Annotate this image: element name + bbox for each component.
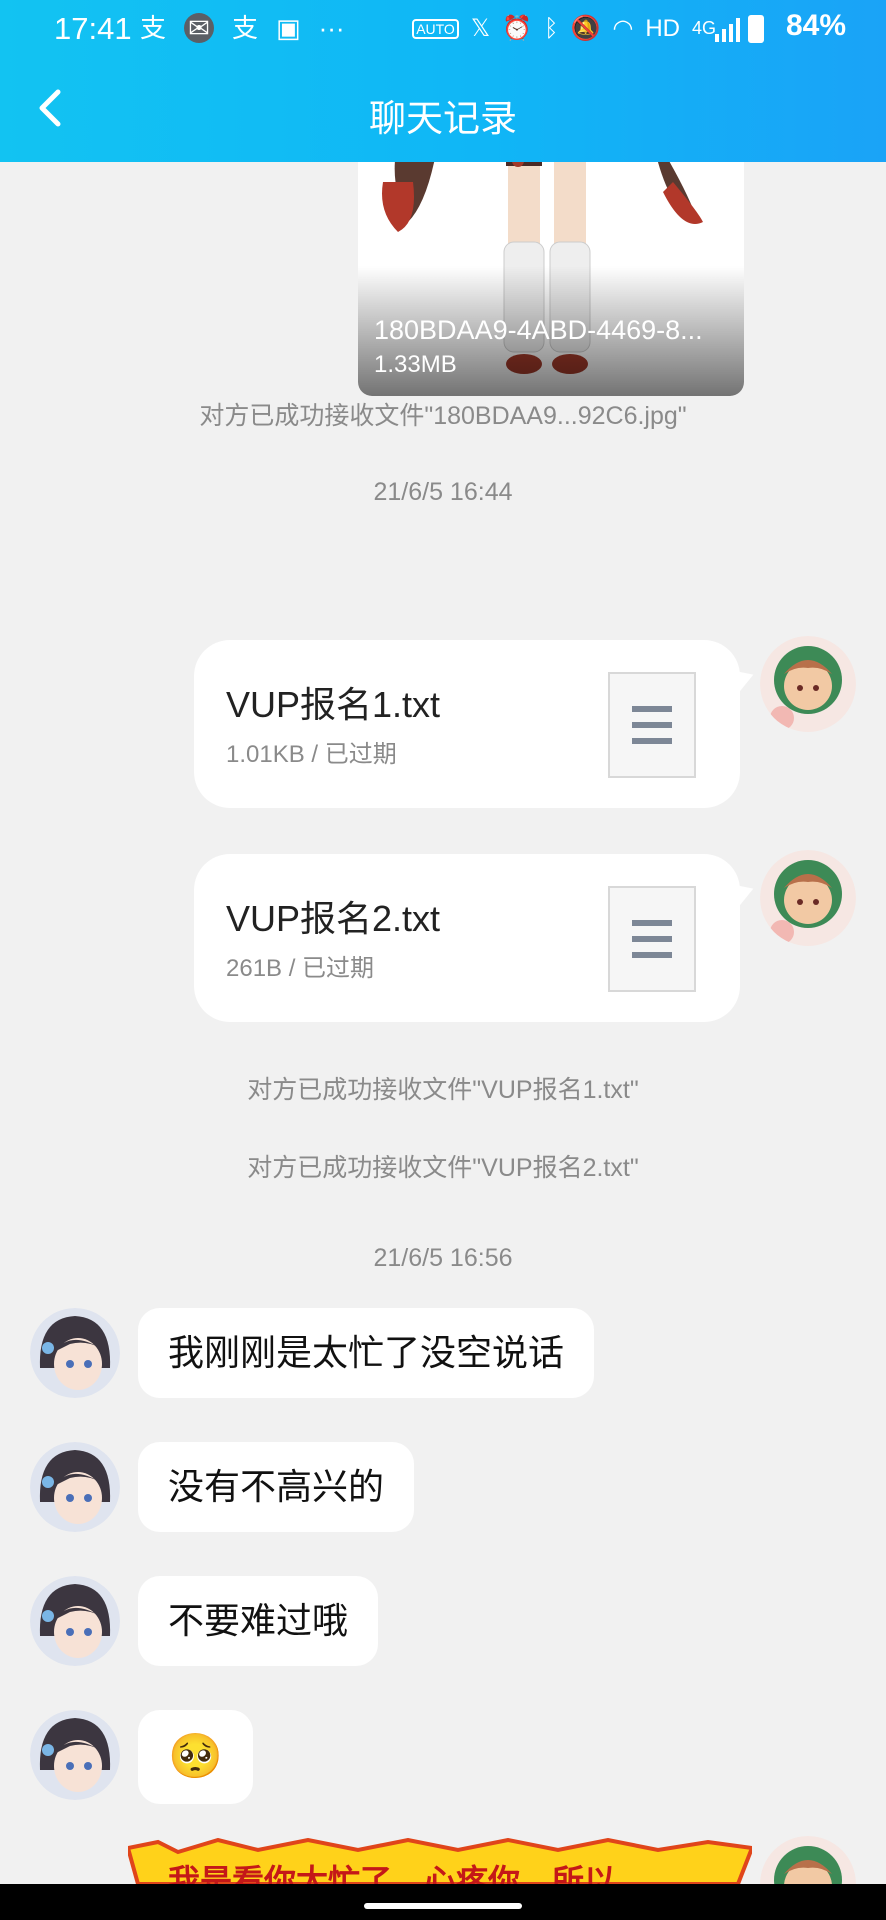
avatar-image: [30, 1442, 120, 1532]
image-message[interactable]: 180BDAA9-4ABD-4469-8... 1.33MB: [358, 162, 744, 396]
battery-icon: [748, 15, 764, 43]
system-icons: AUTO 𝕏 ⏰ ᛒ 🔕 ◠ HD 4G: [412, 14, 716, 43]
avatar-other[interactable]: [30, 1710, 120, 1800]
file-message-1[interactable]: VUP报名1.txt 1.01KB / 已过期: [194, 640, 758, 808]
avatar-other[interactable]: [30, 1576, 120, 1666]
avatar-image: [760, 636, 856, 732]
more-notifications-icon: ···: [318, 13, 345, 43]
avatar-image: [760, 850, 856, 946]
top-bar: 17:41 支 ✉ 支 ▣ ··· AUTO 𝕏 ⏰ ᛒ 🔕 ◠ HD 4G 8…: [0, 0, 886, 162]
navigation-bar: [0, 1884, 886, 1920]
avatar-self[interactable]: [760, 850, 856, 946]
file-meta: 1.01KB / 已过期: [226, 741, 397, 768]
signal-icon: [715, 16, 740, 42]
avatar-self[interactable]: [760, 1836, 856, 1884]
avatar-image: [30, 1576, 120, 1666]
notification-icons: 支 ✉ 支 ▣ ···: [140, 13, 345, 43]
alipay-icon: 支: [232, 13, 259, 43]
system-message-received-file-1: 对方已成功接收文件"VUP报名1.txt": [247, 1076, 639, 1104]
status-bar: 17:41 支 ✉ 支 ▣ ··· AUTO 𝕏 ⏰ ᛒ 🔕 ◠ HD 4G 8…: [0, 0, 886, 58]
chat-history[interactable]: 180BDAA9-4ABD-4469-8... 1.33MB 对方已成功接收文件…: [0, 162, 886, 1884]
image-filesize: 1.33MB: [374, 351, 457, 378]
mute-icon: 🔕: [570, 15, 601, 42]
avatar-other[interactable]: [30, 1442, 120, 1532]
status-time: 17:41: [54, 11, 132, 46]
bluetooth-icon: ᛒ: [544, 14, 559, 42]
mail-icon: ✉: [184, 13, 215, 43]
gallery-icon: ▣: [276, 13, 301, 43]
auto-brightness-icon: AUTO: [412, 18, 459, 39]
avatar-self[interactable]: [760, 636, 856, 732]
file-message-2[interactable]: VUP报名2.txt 261B / 已过期: [194, 854, 758, 1022]
avatar-image: [30, 1308, 120, 1398]
system-message-received-image: 对方已成功接收文件"180BDAA9...92C6.jpg": [199, 402, 687, 430]
home-indicator[interactable]: [364, 1903, 522, 1909]
network-label: HD: [645, 14, 680, 42]
message-bubble[interactable]: 没有不高兴的: [138, 1442, 415, 1532]
battery-level: 84%: [785, 9, 846, 42]
file-name: VUP报名1.txt: [226, 684, 441, 725]
system-message-received-file-2: 对方已成功接收文件"VUP报名2.txt": [247, 1154, 639, 1182]
text-file-icon: [608, 672, 696, 778]
file-name: VUP报名2.txt: [226, 898, 441, 939]
page-title: 聊天记录: [369, 98, 517, 139]
mobile-data-label: 4G: [691, 18, 716, 38]
x-icon: 𝕏: [470, 15, 491, 42]
text-file-icon: [608, 886, 696, 992]
timestamp: 21/6/5 16:44: [373, 478, 513, 506]
avatar-other[interactable]: [30, 1308, 120, 1398]
avatar-image: [30, 1710, 120, 1800]
message-bubble[interactable]: 我刚刚是太忙了没空说话: [138, 1308, 595, 1398]
alipay-icon: 支: [140, 13, 167, 43]
message-bubble[interactable]: 不要难过哦: [138, 1576, 379, 1666]
avatar-image: [760, 1836, 856, 1884]
timestamp: 21/6/5 16:56: [373, 1244, 513, 1272]
file-meta: 261B / 已过期: [226, 955, 375, 982]
sticker-message[interactable]: 我是看你太忙了，心疼你，所以: [125, 1837, 755, 1899]
alarm-icon: ⏰: [502, 15, 533, 42]
wifi-icon: ◠: [612, 15, 634, 42]
image-filename: 180BDAA9-4ABD-4469-8...: [374, 315, 703, 345]
emoji-message[interactable]: 🥺: [138, 1710, 253, 1804]
